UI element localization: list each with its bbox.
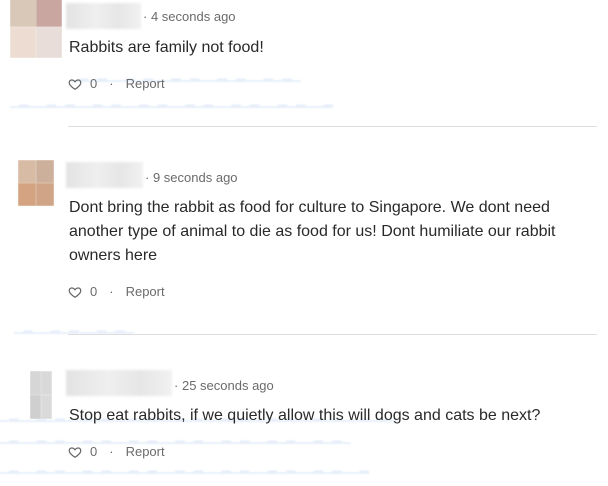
comment-divider: [68, 126, 597, 127]
avatar-tile: [36, 27, 62, 58]
timestamp: 9 seconds ago: [152, 170, 238, 185]
author-name-redacted[interactable]: [66, 162, 143, 188]
avatar-tile: [41, 371, 52, 395]
separator: ·: [174, 378, 179, 393]
timestamp: 25 seconds ago: [181, 378, 274, 393]
separator: ·: [109, 284, 114, 299]
avatar[interactable]: [18, 160, 54, 206]
background-artifact: ▁▂▁▁▂▁▂▁▁▂▁▂▁▁▂▁▂▁▁▂▁▂▁▁▂▁▂▁▁▂▁▂▁▁▂: [10, 94, 333, 108]
background-artifact: ▁▂▁▁▂▁▂▁▁▂▁▂▁▁▂▁▂▁▁▂▁▂▁▁▂▁▂▁▁▂▁▂▁▁▂▁▂▁: [0, 430, 351, 444]
author-name-redacted[interactable]: [66, 3, 141, 29]
comment-text: Rabbits are family not food!: [69, 39, 264, 56]
heart-icon[interactable]: [68, 445, 82, 459]
avatar-tile: [30, 371, 41, 395]
separator: ·: [109, 444, 114, 459]
avatar[interactable]: [10, 0, 62, 58]
comment-actions: 0 · Report: [68, 76, 165, 91]
comment-text: Dont bring the rabbit as food for cultur…: [69, 199, 556, 264]
separator: ·: [145, 170, 150, 185]
report-link[interactable]: Report: [126, 76, 165, 91]
comment-divider: [68, 334, 597, 335]
comment-text: Stop eat rabbits, if we quietly allow th…: [69, 407, 541, 424]
like-count: 0: [90, 444, 98, 459]
background-artifact: ▁▂▁▁▂▁▂▁▁▂▁▂▁: [14, 320, 134, 334]
avatar-tile: [36, 160, 54, 183]
avatar-tile: [18, 183, 36, 206]
avatar-tile: [30, 395, 41, 419]
separator: ·: [143, 9, 148, 24]
timestamp: 4 seconds ago: [150, 9, 236, 24]
avatar-tile: [36, 0, 62, 27]
separator: ·: [109, 76, 114, 91]
comment-actions: 0 · Report: [68, 444, 165, 459]
heart-icon[interactable]: [68, 285, 82, 299]
report-link[interactable]: Report: [126, 284, 165, 299]
author-name-redacted[interactable]: [66, 370, 172, 396]
avatar-tile: [36, 183, 54, 206]
like-count: 0: [90, 76, 98, 91]
avatar[interactable]: [30, 371, 52, 419]
like-count: 0: [90, 284, 98, 299]
comment-meta: · 9 seconds ago: [145, 170, 238, 185]
comment-meta: · 4 seconds ago: [143, 9, 236, 24]
avatar-tile: [10, 27, 36, 58]
comment-actions: 0 · Report: [68, 284, 165, 299]
avatar-tile: [41, 395, 52, 419]
background-artifact: ▁▂▁▁▂▁▂▁▁▂▁▂▁▁▂▁▂▁▁▂▁▂▁▁▂▁▂▁▁▂▁▂▁▁▂▁▂▁▁▂: [0, 460, 370, 474]
heart-icon[interactable]: [68, 77, 82, 91]
comment-meta: · 25 seconds ago: [174, 378, 274, 393]
report-link[interactable]: Report: [126, 444, 165, 459]
avatar-tile: [18, 160, 36, 183]
avatar-tile: [10, 0, 36, 27]
